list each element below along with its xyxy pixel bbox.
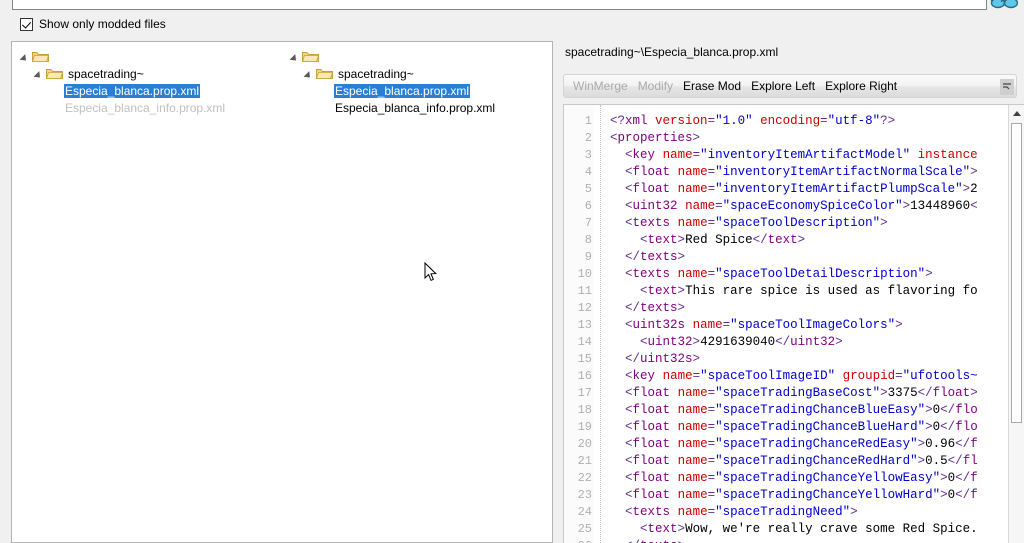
- line-number: 4: [584, 165, 592, 179]
- code-line: <uint32s name="spaceToolImageColors">: [625, 318, 903, 332]
- expander-open-icon[interactable]: [34, 68, 46, 80]
- tree-row[interactable]: Especia_blanca.prop.xml: [290, 82, 550, 99]
- line-number: 9: [584, 250, 592, 264]
- code-line: </texts>: [610, 538, 1024, 543]
- folder-icon: [32, 50, 49, 63]
- code-line: </uint32s>: [625, 352, 701, 366]
- line-number: 17: [577, 386, 592, 400]
- line-number: 8: [584, 233, 592, 247]
- scroll-up-arrow-icon[interactable]: [1009, 105, 1024, 121]
- modify-button[interactable]: Modify: [633, 77, 678, 95]
- code-line: </texts>: [625, 301, 686, 315]
- erase-mod-button[interactable]: Erase Mod: [678, 77, 746, 95]
- line-number: 14: [577, 335, 592, 349]
- tree-row[interactable]: spacetrading~: [20, 65, 290, 82]
- code-vertical-scrollbar[interactable]: [1008, 105, 1024, 543]
- file-path-label: spacetrading~\Especia_blanca.prop.xml: [565, 45, 779, 59]
- code-line: <text>Red Spice</text>: [640, 233, 806, 247]
- code-viewer[interactable]: 1 2 3 4 5 6 7 8 9 10 11 12 13 14 15 16 17 18 19 20 21 22 23 24 2…: [563, 104, 1024, 543]
- line-number: 2: [584, 131, 592, 145]
- tree-row[interactable]: Especia_blanca_info.prop.xml: [290, 99, 550, 116]
- line-number: 22: [577, 471, 592, 485]
- line-number: 15: [577, 352, 592, 366]
- chevron-overflow-icon[interactable]: [1000, 79, 1014, 95]
- folder-icon: [46, 67, 63, 80]
- code-line: <?xml version="1.0" encoding="utf-8"?>: [610, 114, 896, 128]
- line-number: 6: [584, 199, 592, 213]
- right-file-tree[interactable]: spacetrading~ Especia_blanca.prop.xml Es…: [290, 48, 550, 116]
- line-number: 26: [564, 538, 594, 543]
- code-line: <key name="inventoryItemArtifactModel" i…: [625, 148, 978, 162]
- tree-row[interactable]: [20, 48, 290, 65]
- code-line: <text>This rare spice is used as flavori…: [640, 284, 978, 298]
- line-number: 12: [577, 301, 592, 315]
- code-line: <float name="spaceTradingChanceBlueEasy"…: [625, 403, 978, 417]
- folder-icon: [316, 67, 333, 80]
- line-number: 3: [584, 148, 592, 162]
- checkbox-label: Show only modded files: [39, 17, 166, 31]
- tree-row[interactable]: Especia_blanca_info.prop.xml: [20, 99, 290, 116]
- gutter-separator: [600, 105, 601, 543]
- code-line: <float name="spaceTradingChanceBlueHard"…: [625, 420, 978, 434]
- tree-folder-label: spacetrading~: [338, 66, 414, 81]
- explore-right-button[interactable]: Explore Right: [820, 77, 902, 95]
- line-number: 16: [577, 369, 592, 383]
- glasses-icon[interactable]: [990, 0, 1019, 10]
- line-number: 10: [577, 267, 592, 281]
- code-line: </texts>: [625, 250, 686, 264]
- line-number: 23: [577, 488, 592, 502]
- folder-icon: [302, 50, 319, 63]
- line-number: 20: [577, 437, 592, 451]
- code-line: <texts name="spaceToolDetailDescription"…: [625, 267, 933, 281]
- expander-open-icon[interactable]: [290, 51, 302, 63]
- winmerge-button[interactable]: WinMerge: [568, 77, 633, 95]
- line-number: 11: [577, 284, 592, 298]
- top-text-field[interactable]: [12, 0, 987, 10]
- code-line: <texts name="spaceTradingNeed">: [625, 505, 858, 519]
- tree-file-label[interactable]: Especia_blanca.prop.xml: [64, 83, 201, 98]
- code-line: <float name="spaceTradingChanceYellowEas…: [625, 471, 978, 485]
- tree-row[interactable]: Especia_blanca.prop.xml: [20, 82, 290, 99]
- expander-open-icon[interactable]: [20, 51, 32, 63]
- scrollbar-thumb[interactable]: [1011, 123, 1022, 423]
- code-line: <key name="spaceToolImageID" groupid="uf…: [625, 369, 978, 383]
- expander-open-icon[interactable]: [304, 68, 316, 80]
- tree-file-label[interactable]: Especia_blanca_info.prop.xml: [334, 101, 496, 115]
- file-tree-panel[interactable]: spacetrading~ Especia_blanca.prop.xml Es…: [11, 41, 553, 543]
- tree-folder-label: spacetrading~: [68, 66, 144, 81]
- code-line: <uint32>4291639040</uint32>: [640, 335, 843, 349]
- code-line: <float name="spaceTradingChanceRedHard">…: [625, 454, 978, 468]
- code-line: <float name="inventoryItemArtifactNormal…: [625, 165, 978, 179]
- line-number: 25: [577, 522, 592, 536]
- line-number: 19: [577, 420, 592, 434]
- code-line: <properties>: [610, 131, 701, 145]
- left-file-tree[interactable]: spacetrading~ Especia_blanca.prop.xml Es…: [20, 48, 290, 116]
- code-lines: <?xml version="1.0" encoding="utf-8"?> <p…: [610, 113, 1024, 543]
- line-number: 5: [584, 182, 592, 196]
- line-numbers: 1 2 3 4 5 6 7 8 9 10 11 12 13 14 15 16 17 18 19 20 21 22 23 24 2…: [564, 113, 594, 543]
- line-number: 7: [584, 216, 592, 230]
- tree-file-label[interactable]: Especia_blanca.prop.xml: [334, 83, 471, 98]
- line-number: 21: [577, 454, 592, 468]
- line-number: 18: [577, 403, 592, 417]
- tree-file-label[interactable]: Especia_blanca_info.prop.xml: [64, 101, 226, 115]
- code-line: <uint32 name="spaceEconomySpiceColor">13…: [625, 199, 978, 213]
- action-toolbar: WinMerge Modify Erase Mod Explore Left E…: [563, 74, 1017, 98]
- code-line: <float name="spaceTradingBaseCost">3375<…: [625, 386, 978, 400]
- code-line: <float name="spaceTradingChanceRedEasy">…: [625, 437, 978, 451]
- show-only-modded-files-checkbox[interactable]: Show only modded files: [20, 16, 166, 32]
- line-number: 13: [577, 318, 592, 332]
- tree-row[interactable]: [290, 48, 550, 65]
- line-number: 1: [584, 114, 592, 128]
- tree-row[interactable]: spacetrading~: [290, 65, 550, 82]
- line-number: 24: [577, 505, 592, 519]
- code-line: <float name="inventoryItemArtifactPlumpS…: [625, 182, 978, 196]
- code-line: <float name="spaceTradingChanceYellowHar…: [625, 488, 978, 502]
- code-line: <text>Wow, we're really crave some Red S…: [640, 522, 978, 536]
- checkbox-box[interactable]: [20, 17, 33, 31]
- code-line: <texts name="spaceToolDescription">: [625, 216, 888, 230]
- explore-left-button[interactable]: Explore Left: [746, 77, 820, 95]
- top-strip: [0, 0, 1024, 12]
